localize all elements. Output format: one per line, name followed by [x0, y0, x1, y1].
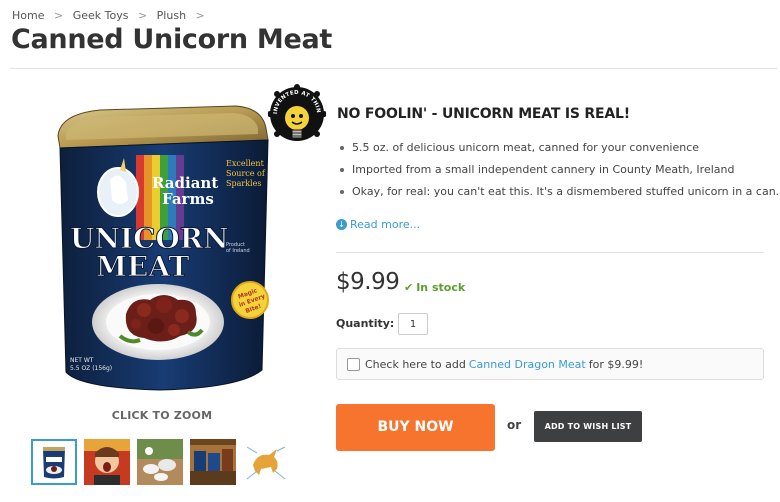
- addon-offer: Check here to add Canned Dragon Meat for…: [336, 348, 764, 380]
- breadcrumb-geek-toys-link[interactable]: Geek Toys: [73, 9, 129, 22]
- can-brand-line2: Farms: [162, 190, 214, 208]
- addon-prefix: Check here to add: [365, 357, 466, 371]
- product-image[interactable]: Radiant Farms Excellent Source of Sparkl…: [40, 100, 280, 400]
- section-divider: [336, 252, 764, 253]
- can-tagline-2: Source of: [226, 169, 266, 178]
- addon-checkbox[interactable]: [347, 357, 360, 371]
- price: $9.99: [336, 269, 400, 295]
- lightbulb-icon: [285, 106, 309, 130]
- breadcrumb-plush-link[interactable]: Plush: [157, 9, 186, 22]
- breadcrumb: Home > Geek Toys > Plush >: [12, 9, 211, 22]
- feature-list: 5.5 oz. of delicious unicorn meat, canne…: [336, 139, 779, 205]
- can-word-meat: MEAT: [96, 250, 190, 283]
- product-headline: NO FOOLIN' - UNICORN MEAT IS REAL!: [337, 106, 630, 122]
- invented-at-thinkgeek-badge: INVENTED AT THINKGEEK: [268, 84, 326, 141]
- click-to-zoom-label[interactable]: CLICK TO ZOOM: [82, 409, 242, 422]
- thumbnail-mushrooms-toy[interactable]: [137, 439, 183, 485]
- can-net-wt-2: 5.5 OZ (156g): [70, 365, 112, 372]
- read-more-label: Read more...: [350, 218, 421, 231]
- can-tagline-3: Sparkles: [226, 179, 261, 188]
- feature-item: Imported from a small independent canner…: [336, 161, 779, 183]
- can-tagline-1: Excellent: [226, 159, 265, 168]
- breadcrumb-separator: >: [195, 9, 205, 22]
- thumbnail-screaming-boy[interactable]: [84, 439, 130, 485]
- addon-product-link[interactable]: Canned Dragon Meat: [469, 358, 586, 371]
- page-title: Canned Unicorn Meat: [11, 24, 333, 55]
- breadcrumb-separator: >: [137, 9, 148, 22]
- feature-item: 5.5 oz. of delicious unicorn meat, canne…: [336, 139, 779, 161]
- breadcrumb-separator: >: [53, 9, 64, 22]
- add-to-wishlist-button[interactable]: ADD TO WISH LIST: [534, 411, 642, 442]
- quantity-label: Quantity:: [336, 317, 395, 330]
- read-more-link[interactable]: ↓ Read more...: [336, 218, 420, 231]
- stock-status-label: In stock: [416, 281, 466, 294]
- feature-item: Okay, for real: you can't eat this. It's…: [336, 183, 779, 205]
- breadcrumb-home-link[interactable]: Home: [12, 9, 44, 22]
- chevron-down-icon: ↓: [336, 219, 347, 230]
- addon-suffix: for $9.99!: [588, 357, 644, 371]
- can-net-wt-1: NET WT: [70, 357, 94, 364]
- stock-status: ✔ In stock: [404, 281, 465, 294]
- buy-now-button[interactable]: BUY NOW: [336, 404, 495, 451]
- thumbnail-cans-on-shelf[interactable]: [190, 439, 236, 485]
- checkmark-icon: ✔: [404, 281, 414, 294]
- or-separator: or: [507, 418, 522, 432]
- title-divider: [10, 68, 778, 69]
- quantity-input[interactable]: [398, 313, 428, 335]
- thumbnail-can-front[interactable]: [31, 439, 77, 485]
- thumbnail-unicorn-diagram[interactable]: [243, 439, 289, 485]
- can-product-of-2: of Ireland: [226, 248, 250, 254]
